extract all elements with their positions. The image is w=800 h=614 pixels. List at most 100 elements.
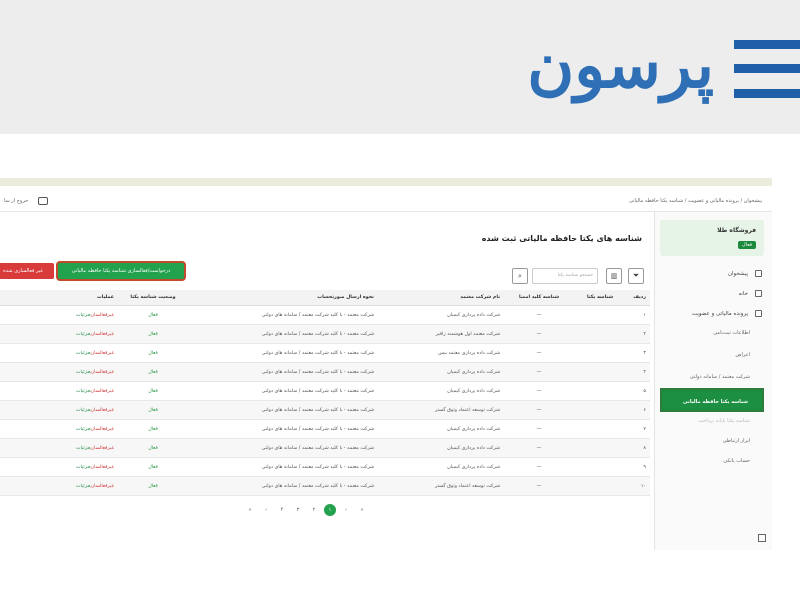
cell-actions: غیرفعالسازیجزئیات [0,363,114,381]
details-link[interactable]: جزئیات [76,389,91,394]
deactivate-link[interactable]: غیرفعالسازی [90,313,114,318]
sidebar-sub-objections[interactable]: اعراض [660,348,750,362]
deactivate-link[interactable]: غیرفعالسازی [90,332,114,337]
deactivate-link[interactable]: غیرفعالسازی [90,351,114,356]
col-unique-id: شناسه یکتا [586,295,614,300]
cell-status: فعال [148,446,158,451]
details-link[interactable]: جزئیات [76,484,91,489]
details-link[interactable]: جزئیات [76,332,91,337]
home-icon [755,290,762,297]
ids-table: ردیف شناسه یکتا شناسه کلید امضا نام شرکت… [0,290,650,496]
cell-unique-id [578,458,622,476]
deactivate-link[interactable]: غیرفعالسازی [90,484,114,489]
page-button[interactable]: « [244,504,256,516]
page-button[interactable]: » [356,504,368,516]
sidebar-sub-trusted-company[interactable]: شرکت معتمد / سامانه دولتی [660,370,750,384]
cell-index: ۱ [643,313,646,318]
search-input[interactable]: جستجو شناسه یکتا [532,268,598,284]
table-row: ۳ — شرکت داده پردازی معتمد نیس شرکت معتمد -… [0,344,650,363]
columns-icon[interactable]: ▥ [606,268,622,284]
breadcrumb[interactable]: پیشخوان / پرونده مالیاتی و عضویت / شناسه… [629,198,762,204]
cell-status: فعال [148,313,158,318]
settings-icon[interactable] [758,534,766,542]
table-row: ۷ — شرکت داده پردازی کیمیان شرکت معتمد - با… [0,420,650,439]
sidebar-sub-registration[interactable]: اطلاعات ثبت‌نامی [660,326,750,340]
cell-index: ۷ [643,427,646,432]
cell-send-method: شرکت معتمد - با کلید شرکت معتمد / سامانه… [261,370,374,375]
sidebar-item-dashboard[interactable]: پیشخوان [660,266,764,282]
cell-signing-key: — [536,427,542,432]
cell-unique-id [578,477,622,495]
table-row: ۹ — شرکت داده پردازی کیمیان شرکت معتمد - با… [0,458,650,477]
deactivated-button[interactable]: غیر فعالسازی شده [0,263,54,279]
deactivate-link[interactable]: غیرفعالسازی [90,389,114,394]
hamburger-icon[interactable] [734,40,800,106]
sidebar-sub-tax-memory-id[interactable]: شناسه یکتا حافظه مالیاتی [660,388,764,412]
page-button[interactable]: ۱ [324,504,336,516]
logout-icon[interactable] [38,197,48,205]
table-row: ۴ — شرکت داده پردازی کیمیان شرکت معتمد - با… [0,363,650,382]
cell-index: ۳ [643,351,646,356]
brand-logo: پرسون [527,8,714,126]
col-index: ردیف [633,295,646,300]
details-link[interactable]: جزئیات [76,446,91,451]
sidebar-item-label: خانه [738,291,748,297]
cell-status: فعال [148,484,158,489]
details-link[interactable]: جزئیات [76,313,91,318]
deactivate-link[interactable]: غیرفعالسازی [90,465,114,470]
exit-link[interactable]: خروج از سا [4,198,28,204]
table-row: ۸ — شرکت داده پردازی کیمیان شرکت معتمد - با… [0,439,650,458]
cell-index: ۱۰ [640,484,646,489]
sidebar-sub-payment-terminal[interactable]: شناسه یکتا پایانه پرداخت [660,414,750,428]
details-link[interactable]: جزئیات [76,427,91,432]
sidebar-sub-comm-tools[interactable]: ابزار ارتباطی [660,434,750,448]
col-send-method: نحوه ارسال صورتحساب [317,295,374,300]
cell-unique-id [578,344,622,362]
sidebar-item-tax-file[interactable]: پرونده مالیاتی و عضویت [660,306,764,322]
details-link[interactable]: جزئیات [76,351,91,356]
cell-actions: غیرفعالسازیجزئیات [0,306,114,324]
page-button[interactable]: ۳ [292,504,304,516]
table-row: ۱۰ — شرکت توسعه اعتماد وثوق گستر شرکت معتمد… [0,477,650,496]
table-row: ۲ — شرکت معتمد اول هوشمند رافیر شرکت معتمد … [0,325,650,344]
page-button[interactable]: ۲ [308,504,320,516]
cell-company: شرکت توسعه اعتماد وثوق گستر [435,484,500,489]
details-link[interactable]: جزئیات [76,370,91,375]
cell-company: شرکت داده پردازی معتمد نیس [438,351,500,356]
deactivate-link[interactable]: غیرفعالسازی [90,370,114,375]
cell-send-method: شرکت معتمد - با کلید شرکت معتمد / سامانه… [261,427,374,432]
sidebar-sub-bank-account[interactable]: حساب بانکی [660,454,750,468]
cell-unique-id [578,325,622,343]
page-button[interactable]: › [340,504,352,516]
cell-send-method: شرکت معتمد - با کلید شرکت معتمد / سامانه… [261,408,374,413]
cell-company: شرکت داده پردازی کیمیان [447,370,500,375]
cell-status: فعال [148,408,158,413]
details-link[interactable]: جزئیات [76,408,91,413]
cell-send-method: شرکت معتمد - با کلید شرکت معتمد / سامانه… [261,351,374,356]
col-status: وضعیت شناسه یکتا [130,295,176,300]
page-button[interactable]: ‹ [260,504,272,516]
filter-icon[interactable]: ⏷ [628,268,644,284]
cell-company: شرکت توسعه اعتماد وثوق گستر [435,408,500,413]
details-link[interactable]: جزئیات [76,465,91,470]
table-row: ۵ — شرکت داده پردازی کیمیان شرکت معتمد - با… [0,382,650,401]
search-icon[interactable]: ⌕ [512,268,528,284]
deactivate-link[interactable]: غیرفعالسازی [90,446,114,451]
app-screenshot: پیشخوان / پرونده مالیاتی و عضویت / شناسه… [0,178,772,550]
cell-company: شرکت داده پردازی کیمیان [447,465,500,470]
cell-send-method: شرکت معتمد - با کلید شرکت معتمد / سامانه… [261,389,374,394]
cell-unique-id [578,420,622,438]
deactivate-link[interactable]: غیرفعالسازی [90,427,114,432]
cell-actions: غیرفعالسازیجزئیات [0,439,114,457]
cell-actions: غیرفعالسازیجزئیات [0,325,114,343]
page-title: شناسه های یکتا حافظه مالیاتی ثبت شده [481,234,642,243]
request-activation-button[interactable]: درخواست/فعالسازی شناسه یکتا حافظه مالیات… [58,263,184,279]
cell-send-method: شرکت معتمد - با کلید شرکت معتمد / سامانه… [261,446,374,451]
sidebar-item-home[interactable]: خانه [660,286,764,302]
cell-index: ۸ [643,446,646,451]
page-button[interactable]: ۴ [276,504,288,516]
deactivate-link[interactable]: غیرفعالسازی [90,408,114,413]
top-strip [0,178,772,186]
status-badge: فعال [738,241,756,249]
brand-banner: پرسون [0,0,800,134]
